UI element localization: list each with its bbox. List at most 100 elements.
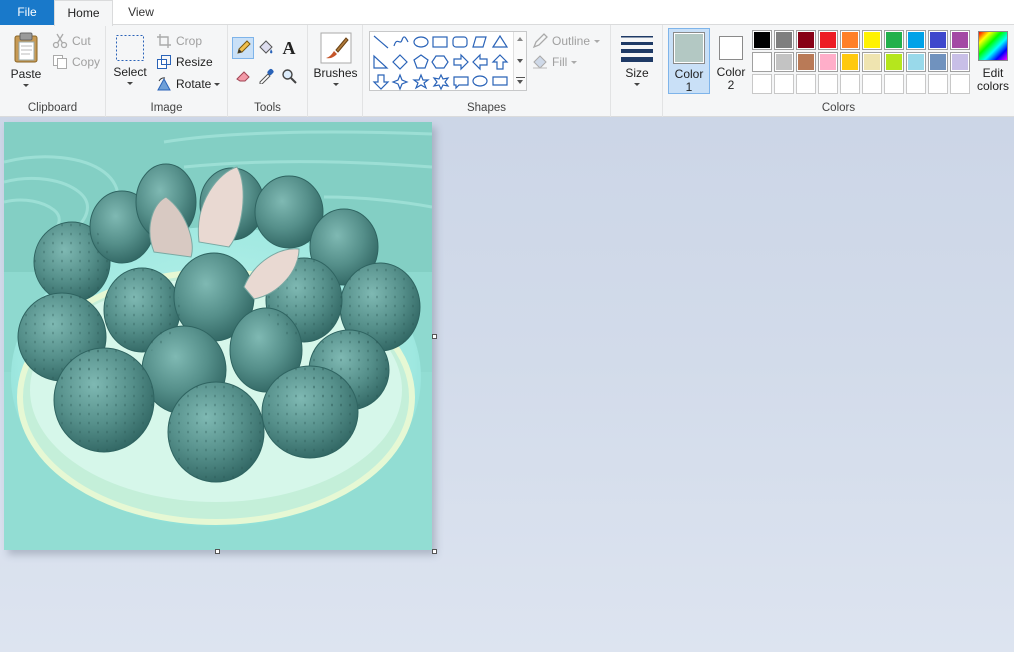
color-swatch-fill <box>776 54 792 70</box>
fill-label: Fill <box>552 55 568 69</box>
canvas-image-strawberry-tart <box>4 122 432 550</box>
crop-label: Crop <box>176 34 203 48</box>
color-swatch-fill <box>864 32 880 48</box>
color-swatch-3-9[interactable] <box>928 74 948 94</box>
eraser-tool[interactable] <box>232 65 254 87</box>
paint-bucket-icon <box>258 40 274 56</box>
scissors-icon <box>52 33 68 49</box>
copy-button[interactable]: Copy <box>52 52 100 72</box>
color-swatch-1-2[interactable] <box>774 30 794 50</box>
color-swatch-fill <box>798 76 814 92</box>
tab-file[interactable]: File <box>0 0 54 25</box>
select-button[interactable]: Select <box>112 30 148 92</box>
canvas-resize-handle-corner[interactable] <box>432 549 437 554</box>
canvas-resize-handle-right[interactable] <box>432 334 437 339</box>
color-swatch-2-6[interactable] <box>862 52 882 72</box>
color-swatch-1-9[interactable] <box>928 30 948 50</box>
color-swatch-fill <box>930 54 946 70</box>
resize-label: Resize <box>176 55 213 69</box>
drawing-canvas[interactable] <box>4 122 432 550</box>
color1-fill <box>675 34 703 62</box>
color-swatch-fill <box>842 32 858 48</box>
color2-button[interactable]: Color 2 <box>712 28 750 94</box>
brush-icon <box>320 32 352 64</box>
eyedropper-icon <box>258 68 274 84</box>
ribbon-tab-bar: File Home View <box>0 0 1014 26</box>
color-swatch-2-4[interactable] <box>818 52 838 72</box>
color-swatch-3-5[interactable] <box>840 74 860 94</box>
paste-button[interactable]: Paste <box>6 30 46 92</box>
color-swatch-2-10[interactable] <box>950 52 970 72</box>
color-swatch-3-2[interactable] <box>774 74 794 94</box>
size-label: Size <box>625 66 649 80</box>
size-button[interactable]: Size <box>615 30 659 110</box>
rotate-icon <box>156 76 172 92</box>
resize-button[interactable]: Resize <box>156 52 213 72</box>
color2-fill <box>721 38 741 58</box>
color-swatch-1-7[interactable] <box>884 30 904 50</box>
rotate-label: Rotate <box>176 77 212 91</box>
color-picker-tool[interactable] <box>255 65 277 87</box>
line-width-icon <box>621 33 653 63</box>
shapes-scrollbar[interactable] <box>513 32 526 90</box>
fill-bucket-tool[interactable] <box>255 37 277 59</box>
size-group: Size <box>611 25 663 117</box>
color-swatch-3-1[interactable] <box>752 74 772 94</box>
color-swatch-3-6[interactable] <box>862 74 882 94</box>
color-swatch-fill <box>820 32 836 48</box>
fill-button[interactable]: Fill <box>532 52 578 72</box>
shapes-group-label: Shapes <box>466 102 506 114</box>
magnifier-tool[interactable] <box>278 65 300 87</box>
fill-bucket-icon <box>532 54 548 70</box>
color-swatch-3-3[interactable] <box>796 74 816 94</box>
color-swatch-1-8[interactable] <box>906 30 926 50</box>
image-group: Select Crop Resize Rotate Image <box>106 25 228 117</box>
pencil-icon <box>235 40 251 56</box>
text-tool[interactable]: A <box>278 37 300 59</box>
color-swatch-2-1[interactable] <box>752 52 772 72</box>
edit-colors-button[interactable]: Edit colors <box>974 30 1012 100</box>
color-swatch-fill <box>842 54 858 70</box>
outline-button[interactable]: Outline <box>532 31 601 51</box>
colors-group: Color 1 Color 2 Edit colors Colors <box>663 25 1014 117</box>
color-swatch-fill <box>798 54 814 70</box>
color-swatch-1-10[interactable] <box>950 30 970 50</box>
tab-view[interactable]: View <box>116 0 166 25</box>
cut-button[interactable]: Cut <box>52 31 91 51</box>
color-swatch-fill <box>864 76 880 92</box>
color-swatch-2-5[interactable] <box>840 52 860 72</box>
brushes-button[interactable]: Brushes <box>312 30 359 110</box>
color-swatch-fill <box>952 32 968 48</box>
canvas-resize-handle-bottom[interactable] <box>215 549 220 554</box>
color-swatch-1-4[interactable] <box>818 30 838 50</box>
color-swatch-fill <box>864 54 880 70</box>
outline-brush-icon <box>532 32 548 49</box>
color2-swatch <box>719 36 743 60</box>
color-swatch-3-4[interactable] <box>818 74 838 94</box>
color-swatch-2-9[interactable] <box>928 52 948 72</box>
color-swatch-1-5[interactable] <box>840 30 860 50</box>
tools-group-label: Tools <box>254 102 281 114</box>
rotate-button[interactable]: Rotate <box>156 74 221 94</box>
color-swatch-2-2[interactable] <box>774 52 794 72</box>
pencil-tool[interactable] <box>232 37 254 59</box>
color-swatch-3-10[interactable] <box>950 74 970 94</box>
color-swatch-1-3[interactable] <box>796 30 816 50</box>
color-swatch-2-3[interactable] <box>796 52 816 72</box>
color-swatch-1-6[interactable] <box>862 30 882 50</box>
color-swatch-2-7[interactable] <box>884 52 904 72</box>
resize-icon <box>156 54 172 70</box>
tab-home[interactable]: Home <box>54 0 113 26</box>
color-swatch-fill <box>798 32 814 48</box>
color1-button[interactable]: Color 1 <box>668 28 710 94</box>
shapes-group: Outline Fill Shapes <box>363 25 611 117</box>
color-swatch-3-7[interactable] <box>884 74 904 94</box>
scroll-down-icon <box>517 59 523 63</box>
color-swatch-2-8[interactable] <box>906 52 926 72</box>
crop-button[interactable]: Crop <box>156 31 202 51</box>
color2-number: 2 <box>727 78 735 92</box>
color-swatch-1-1[interactable] <box>752 30 772 50</box>
brushes-label: Brushes <box>313 66 358 80</box>
chevron-down-icon <box>594 40 601 44</box>
color-swatch-3-8[interactable] <box>906 74 926 94</box>
